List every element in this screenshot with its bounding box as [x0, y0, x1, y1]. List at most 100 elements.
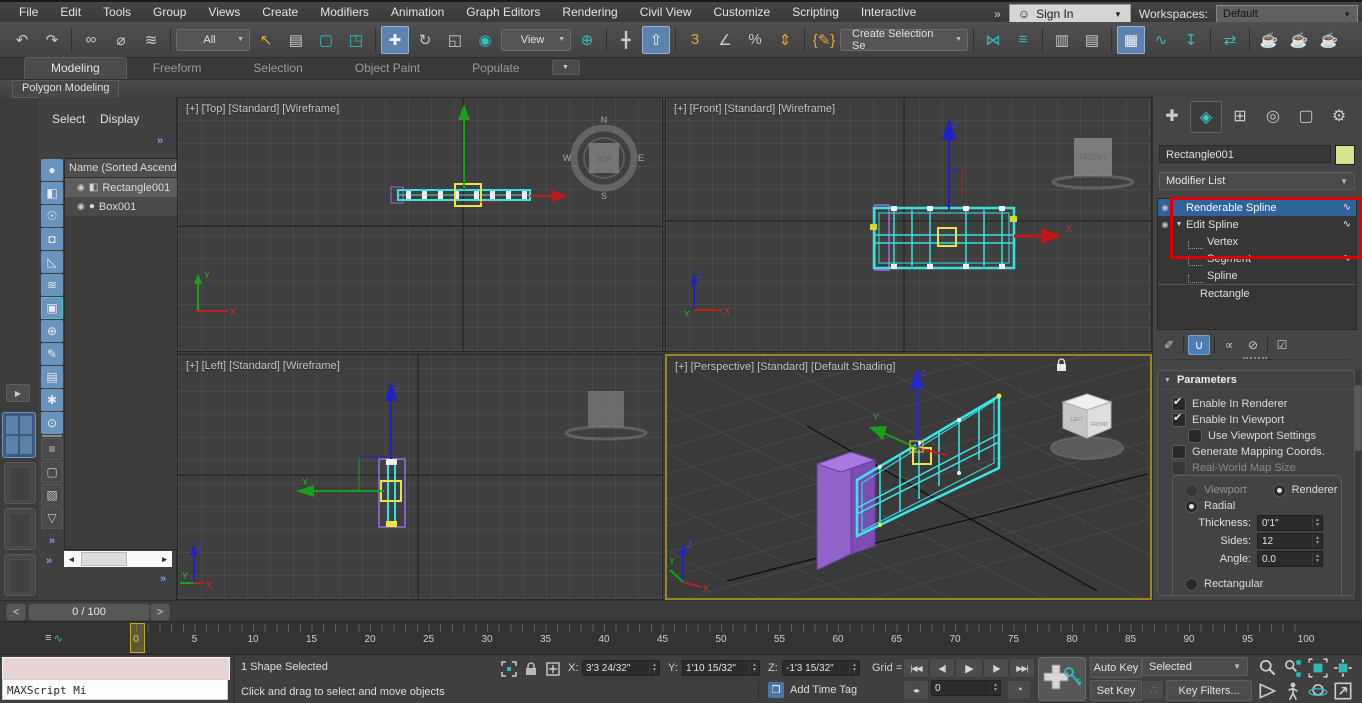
pin-stack-icon[interactable]: ✐: [1159, 336, 1179, 354]
spinner-arrows[interactable]: ▲▼: [1312, 534, 1322, 548]
render-setup-icon[interactable]: ☕: [1255, 26, 1283, 54]
angle-snap-icon[interactable]: ∠: [711, 26, 739, 54]
tab-populate[interactable]: Populate: [446, 58, 545, 79]
explorer-chevron2[interactable]: »: [160, 573, 166, 585]
stack-segment[interactable]: Segment ∿: [1158, 250, 1356, 267]
remove-modifier-icon[interactable]: ⊘: [1243, 336, 1263, 354]
viewport-layout-tab[interactable]: [4, 554, 36, 596]
ribbon-overflow-button[interactable]: ▼: [552, 60, 580, 75]
menu-item[interactable]: Modifiers: [309, 2, 380, 22]
explorer-overflow-chevron[interactable]: »: [157, 135, 163, 147]
enable-in-renderer-checkbox[interactable]: Enable In Renderer: [1172, 396, 1354, 412]
select-and-move-icon[interactable]: ✚: [381, 26, 409, 54]
display-xrefs-filter-icon[interactable]: ⊕: [41, 320, 63, 342]
checkbox[interactable]: [1172, 461, 1186, 475]
explorer-select-menu[interactable]: Select: [52, 112, 85, 126]
renderer-radio[interactable]: Renderer: [1273, 482, 1338, 498]
generate-mapping-coords-checkbox[interactable]: Generate Mapping Coords.: [1172, 444, 1354, 460]
redo-icon[interactable]: ↷: [38, 26, 66, 54]
menu-item[interactable]: Views: [197, 2, 251, 22]
zoom-icon[interactable]: [1256, 657, 1280, 679]
dope-sheet-icon[interactable]: ↧: [1177, 26, 1205, 54]
set-keys-button[interactable]: [1038, 657, 1086, 701]
render-production-icon[interactable]: ☕: [1315, 26, 1343, 54]
enable-in-viewport-checkbox[interactable]: Enable In Viewport: [1172, 412, 1354, 428]
keyboard-override-icon[interactable]: ⇧: [642, 26, 670, 54]
rectangular-radio[interactable]: Rectangular: [1185, 576, 1341, 592]
previous-frame-button[interactable]: <: [6, 603, 26, 621]
visibility-eye-icon[interactable]: ◉: [77, 182, 85, 193]
row-box001[interactable]: ◉ ● Box001: [65, 197, 177, 216]
stack-edit-spline[interactable]: ◉ ▼ Edit Spline ∿: [1158, 216, 1356, 233]
curve-editor-icon[interactable]: ∿: [1147, 26, 1175, 54]
explorer-hscrollbar[interactable]: ◂ ▸: [64, 551, 172, 567]
modifier-visibility-icon[interactable]: ◉: [1158, 203, 1172, 212]
edit-named-selection-sets-icon[interactable]: {✎}: [810, 26, 838, 54]
panel-scrollbar[interactable]: [1355, 370, 1361, 600]
object-color-swatch[interactable]: [1335, 145, 1355, 165]
time-configuration-button[interactable]: ◔: [1007, 680, 1031, 700]
maximize-viewport-icon[interactable]: [1331, 680, 1355, 702]
mirror-icon[interactable]: ⋈: [979, 26, 1007, 54]
show-end-result-icon[interactable]: ∪: [1188, 335, 1210, 355]
display-containers-filter-icon[interactable]: ▤: [41, 366, 63, 388]
zoom-extents-all-icon[interactable]: [1331, 657, 1355, 679]
utilities-tab[interactable]: ⚙: [1324, 101, 1354, 131]
explorer-view-detail-icon[interactable]: ▧: [41, 484, 63, 506]
select-and-place-icon[interactable]: ◉: [471, 26, 499, 54]
create-tab[interactable]: ✚: [1157, 101, 1187, 131]
tab-freeform[interactable]: Freeform: [127, 58, 228, 79]
spinner-arrows[interactable]: ▲▼: [1312, 552, 1322, 566]
display-geometry-filter-icon[interactable]: ▣: [41, 297, 63, 319]
explorer-display-menu[interactable]: Display: [100, 112, 139, 126]
select-and-manipulate-icon[interactable]: ╋: [612, 26, 640, 54]
stack-spline[interactable]: Spline: [1158, 267, 1356, 284]
key-filters-button[interactable]: Key Filters...: [1166, 680, 1252, 701]
auto-key-button[interactable]: Auto Key: [1090, 657, 1142, 678]
use-pivot-center-icon[interactable]: ⊕: [573, 26, 601, 54]
object-name-field[interactable]: Rectangle001: [1159, 145, 1331, 163]
play-button[interactable]: ▶: [955, 658, 983, 678]
menu-item[interactable]: Group: [142, 2, 197, 22]
time-slider-bar[interactable]: < 0 / 100 >: [0, 600, 1362, 622]
checkbox[interactable]: [1172, 445, 1186, 459]
select-and-scale-icon[interactable]: ◱: [441, 26, 469, 54]
workspace-dropdown[interactable]: Default ▼: [1216, 5, 1358, 23]
absolute-offset-mode-icon[interactable]: [544, 660, 562, 678]
snaps-toggle-icon[interactable]: 3: [681, 26, 709, 54]
select-object-icon[interactable]: ↖: [252, 26, 280, 54]
viewport-top[interactable]: TOP N W S E Y X [+] [Top] [Standard] [Wi…: [177, 97, 663, 352]
align-icon[interactable]: ≡: [1009, 26, 1037, 54]
viewport-left-label[interactable]: [+] [Left] [Standard] [Wireframe]: [186, 360, 340, 372]
checkbox[interactable]: [1172, 397, 1186, 411]
display-cameras-filter-icon[interactable]: ◘: [41, 228, 63, 250]
menu-item[interactable]: Civil View: [629, 2, 703, 22]
percent-snap-icon[interactable]: %: [741, 26, 769, 54]
next-frame-button[interactable]: ||▶: [983, 658, 1009, 678]
time-tag-cube-icon[interactable]: ❒: [768, 682, 784, 698]
display-shapes-filter-icon[interactable]: ◧: [41, 182, 63, 204]
explorer-view-list-icon[interactable]: ≡: [41, 438, 63, 460]
explorer-chevron[interactable]: »: [46, 555, 52, 567]
stack-vertex[interactable]: Vertex: [1158, 233, 1356, 250]
visibility-eye-icon[interactable]: ◉: [77, 201, 85, 212]
track-bar[interactable]: ≡∿ 0510152025303540455055606570758085909…: [0, 622, 1362, 655]
spinner-snap-icon[interactable]: ⇕: [771, 26, 799, 54]
viewport-layout-tab[interactable]: [4, 462, 36, 504]
viewport-perspective-label[interactable]: [+] [Perspective] [Standard] [Default Sh…: [675, 361, 895, 373]
viewport-front[interactable]: Z X FRONT Z X Y [+] [Front] [Standard] […: [665, 97, 1152, 352]
modify-tab[interactable]: ◈: [1190, 101, 1222, 133]
configure-modifier-sets-icon[interactable]: ☑: [1272, 336, 1292, 354]
tab-selection[interactable]: Selection: [227, 58, 328, 79]
toggle-scene-explorer-icon[interactable]: ▥: [1048, 26, 1076, 54]
selection-filter-combo[interactable]: All ▼: [176, 29, 250, 51]
toolbar-overflow-chevron[interactable]: »: [994, 7, 1001, 21]
bind-to-space-warp-icon[interactable]: ≋: [137, 26, 165, 54]
maxscript-mini-listener[interactable]: MAXScript Mi: [2, 679, 228, 700]
named-selection-combo[interactable]: Create Selection Se ▼: [840, 29, 968, 51]
tab-modeling[interactable]: Modeling: [24, 57, 127, 79]
scroll-left-arrow[interactable]: ◂: [64, 554, 79, 565]
menu-item[interactable]: Animation: [380, 2, 455, 22]
real-world-map-size-checkbox[interactable]: Real-World Map Size: [1172, 460, 1354, 476]
time-slider-thumb[interactable]: 0 / 100: [28, 603, 150, 621]
